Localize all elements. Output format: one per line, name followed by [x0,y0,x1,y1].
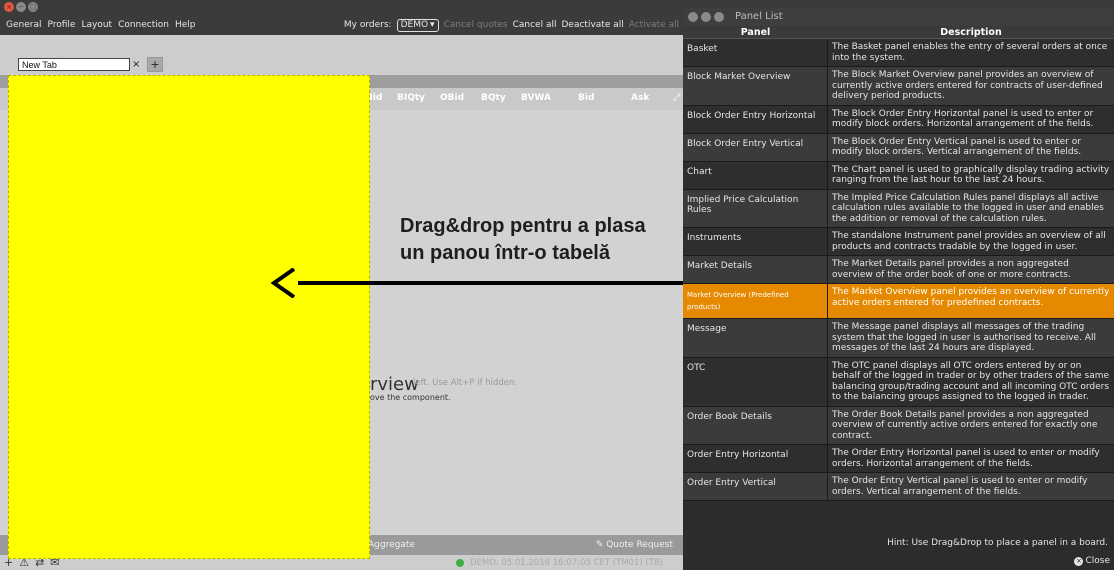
column-bid-2[interactable]: Bid [578,93,594,103]
panel-name-cell: Order Book Details [683,406,828,444]
quote-request-button[interactable]: ✎ Quote Request [596,540,673,550]
column-biqty[interactable]: BIQty [397,93,425,103]
panel-list-close-button[interactable]: × Close [1074,556,1110,566]
menu-connection[interactable]: Connection [118,20,169,30]
drag-hint-text: Drag&drop pentru a plasa un panou într-o… [400,215,646,264]
panel-description-cell: The OTC panel displays all OTC orders en… [832,360,1110,403]
panel-name-cell: Block Market Overview [683,67,828,105]
panel-name-cell: OTC [683,357,828,406]
panel-list-row[interactable]: Chart The Chart panel is used to graphica… [683,161,1114,190]
panel-list-row[interactable]: Order Book Details The Order Book Details… [683,406,1114,445]
main-titlebar: × − □ [0,0,683,15]
panel-name-cell: Basket [683,39,828,66]
panel-list-row[interactable]: Market Details The Market Details panel p… [683,256,1114,284]
panel-description-cell: The Order Entry Vertical panel is used t… [832,476,1088,497]
panel-name-cell: Market Overview (Predefined products) [683,284,828,318]
menu-layout[interactable]: Layout [81,20,112,30]
drop-target-overlay[interactable] [8,75,370,559]
panel-description-cell: The Impled Price Calculation Rules panel… [832,192,1104,224]
market-overview-hint: left. Use Alt+P if hidden. [413,378,518,388]
panel-description-cell: The Market Overview panel provides an ov… [832,287,1110,308]
panel-list-titlebar: Panel List [683,8,1114,26]
orders-toolbar: My orders: DEMO ▾ Cancel quotes Cancel al… [339,15,679,35]
panel-list-row[interactable]: Block Order Entry Horizontal The Block Or… [683,105,1114,134]
orders-select-value: DEMO [400,19,429,30]
status-online-icon [456,559,464,567]
panel-list-hint: Hint: Use Drag&Drop to place a panel in … [887,538,1108,548]
add-tab-button[interactable]: + [147,57,163,72]
minimize-icon[interactable] [701,12,711,22]
menu-help[interactable]: Help [175,20,196,30]
panel-name-cell: Chart [683,161,828,189]
panel-list-row[interactable]: Implied Price Calculation Rules The Imple… [683,189,1114,228]
column-ask[interactable]: Ask [631,93,649,103]
panel-list-row[interactable]: Order Entry Vertical The Order Entry Vert… [683,473,1114,501]
panel-name-cell: Block Order Entry Vertical [683,133,828,161]
panel-name-cell: Message [683,319,828,357]
panel-list-row[interactable]: Block Order Entry Vertical The Block Orde… [683,133,1114,162]
status-text: DEMO: 05.01.2016 16:07:05 CET (TM01) (T8… [470,558,663,568]
panel-list-window: Panel List Panel Description Basket The B… [683,8,1114,570]
panel-list-row[interactable]: Instruments The standalone Instrument pan… [683,228,1114,256]
menubar: General Profile Layout Connection Help M… [0,15,683,35]
tab-close-icon[interactable]: × [132,58,140,71]
panel-description-cell: The Block Market Overview panel provides… [832,70,1103,101]
panel-description-cell: The Basket panel enables the entry of se… [832,42,1108,63]
aggregate-toggle[interactable]: Aggregate [368,540,415,550]
panel-list-row[interactable]: OTC The OTC panel displays all OTC orders… [683,357,1114,407]
resize-corner-icon[interactable]: ⤢ [673,93,680,103]
my-orders-label: My orders: [343,20,392,30]
menu-general[interactable]: General [6,20,41,30]
panel-name-cell: Order Entry Vertical [683,473,828,500]
market-overview-title: rview [370,374,419,395]
panel-description-cell: The Block Order Entry Vertical panel is … [832,136,1082,158]
panel-name-cell: Instruments [683,228,828,255]
market-overview-subtext: ove the component. [370,393,451,402]
panel-description-cell: The Order Entry Horizontal panel is used… [832,448,1100,469]
tab-name-input[interactable] [18,58,130,71]
panel-description-cell: The Chart panel is used to graphically d… [832,164,1110,186]
header-description[interactable]: Description [828,26,1114,38]
panel-table-header: Panel Description [683,26,1114,39]
panel-name-cell: Order Entry Horizontal [683,445,828,472]
panel-list-table: Panel Description Basket The Basket panel… [683,26,1114,536]
panel-description-cell: The Order Book Details panel provides a … [832,409,1098,441]
maximize-icon[interactable] [714,12,724,22]
panel-list-row[interactable]: Basket The Basket panel enables the entry… [683,39,1114,67]
panel-name-cell: Market Details [683,256,828,283]
close-window-icon[interactable]: × [4,2,14,12]
close-label: Close [1085,556,1110,566]
chevron-down-icon: ▾ [430,19,435,30]
panel-name-cell: Implied Price Calculation Rules [683,189,828,227]
close-window-icon[interactable] [688,12,698,22]
close-icon: × [1074,557,1084,566]
cancel-quotes-button[interactable]: Cancel quotes [444,20,508,30]
quote-request-icon: ✎ [595,540,607,550]
cancel-all-button[interactable]: Cancel all [513,20,557,30]
maximize-icon[interactable]: □ [28,2,38,12]
panel-list-title: Panel List [735,11,783,22]
column-bvwa[interactable]: BVWA [521,93,551,103]
deactivate-all-button[interactable]: Deactivate all [561,20,623,30]
tabbar: × + [0,35,683,75]
column-bqty[interactable]: BQty [481,93,506,103]
orders-select[interactable]: DEMO ▾ [396,18,439,32]
panel-name-cell: Block Order Entry Horizontal [683,105,828,133]
panel-description-cell: The Market Details panel provides a non … [832,259,1071,280]
activate-all-button[interactable]: Activate all [629,20,679,30]
menu-profile[interactable]: Profile [47,20,75,30]
minimize-icon[interactable]: − [16,2,26,12]
panel-list-row[interactable]: Order Entry Horizontal The Order Entry Ho… [683,445,1114,473]
column-obid[interactable]: OBid [440,93,464,103]
header-panel[interactable]: Panel [683,26,828,38]
arrow-left-icon [270,268,688,298]
panel-list-row[interactable]: Market Overview (Predefined products) The… [683,284,1114,319]
panel-description-cell: The Block Order Entry Horizontal panel i… [832,108,1094,130]
panel-list-row[interactable]: Block Market Overview The Block Market Ov… [683,67,1114,106]
panel-list-row[interactable]: Message The Message panel displays all me… [683,319,1114,358]
quote-request-label: Quote Request [606,540,673,550]
panel-description-cell: The Message panel displays all messages … [832,322,1096,353]
panel-description-cell: The standalone Instrument panel provides… [832,231,1106,252]
